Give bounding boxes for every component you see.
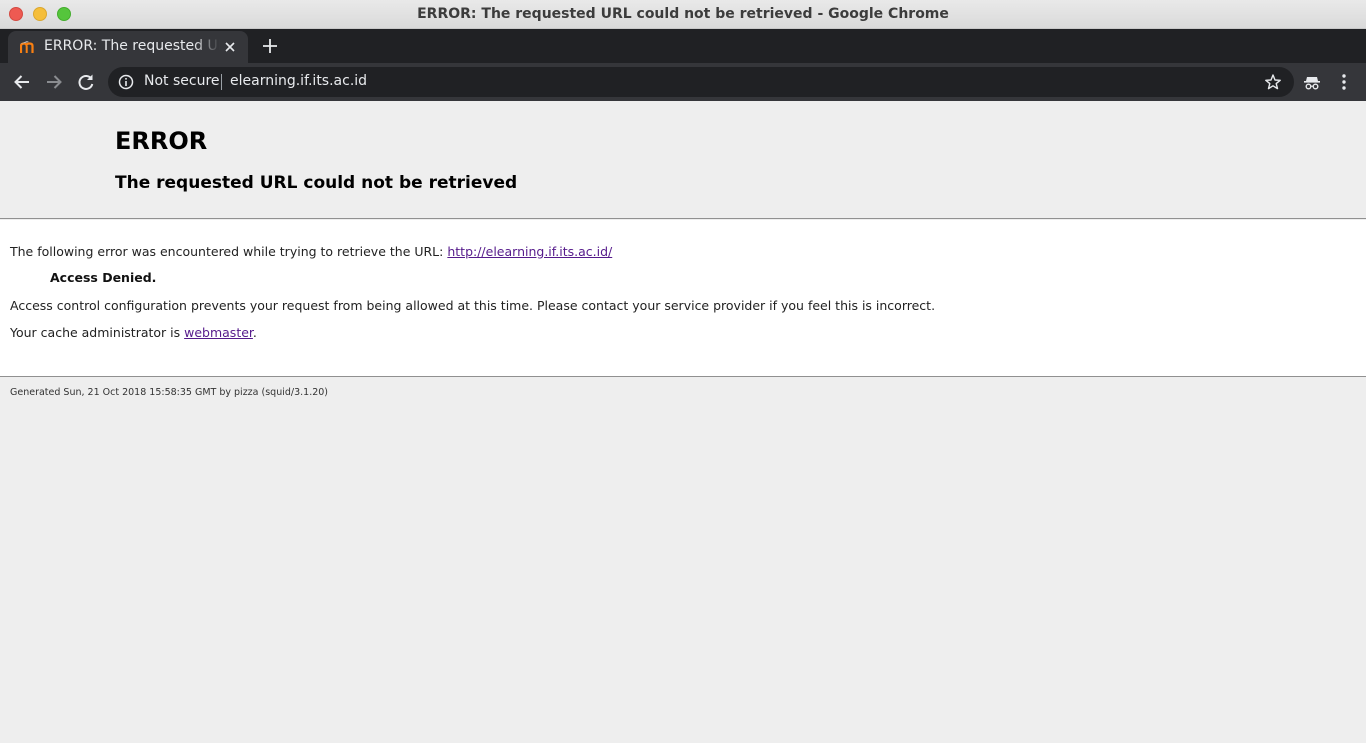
admin-suffix: . [252,325,257,340]
bookmark-star-icon[interactable] [1264,73,1282,91]
moodle-logo-icon [20,41,34,53]
browser-toolbar: Not secure elearning.if.its.ac.id [0,63,1366,101]
page-subtitle: The requested URL could not be retrieved [115,173,518,193]
incognito-icon[interactable] [1302,72,1322,92]
webmaster-link[interactable]: webmaster [184,325,253,340]
error-detail: Access control configuration prevents yo… [10,298,936,313]
tab-active[interactable]: ERROR: The requested URL could not be re… [8,31,248,63]
intro-text: The following error was encountered whil… [10,244,448,259]
tab-close-icon[interactable] [222,39,238,55]
security-status-label[interactable]: Not secure [144,73,220,89]
admin-text: Your cache administrator is [10,325,185,340]
tab-title: ERROR: The requested URL could not be re… [44,38,220,54]
address-bar[interactable]: Not secure elearning.if.its.ac.id [108,67,1294,97]
address-url[interactable]: elearning.if.its.ac.id [230,73,367,89]
window-titlebar: ERROR: The requested URL could not be re… [0,0,1366,29]
info-icon[interactable] [118,74,134,90]
forward-arrow-icon[interactable] [44,72,64,92]
page-viewport: ERROR The requested URL could not be ret… [0,101,1366,743]
footer-generated: Generated Sun, 21 Oct 2018 15:58:35 GMT … [10,387,329,398]
intro-line: The following error was encountered whil… [10,244,612,259]
page-title: ERROR [115,127,208,155]
window-title: ERROR: The requested URL could not be re… [417,6,949,22]
menu-dots-icon[interactable] [1334,72,1354,92]
back-arrow-icon[interactable] [12,72,32,92]
error-content: The following error was encountered whil… [0,220,1366,377]
admin-line: Your cache administrator is webmaster. [10,325,257,340]
tab-strip: ERROR: The requested URL could not be re… [0,29,1366,63]
new-tab-icon[interactable] [260,36,280,56]
requested-url-link[interactable]: http://elearning.if.its.ac.id/ [447,244,612,259]
address-separator [221,74,222,90]
reload-icon[interactable] [76,72,96,92]
error-header: ERROR The requested URL could not be ret… [0,101,1366,219]
error-title: Access Denied. [50,270,157,285]
